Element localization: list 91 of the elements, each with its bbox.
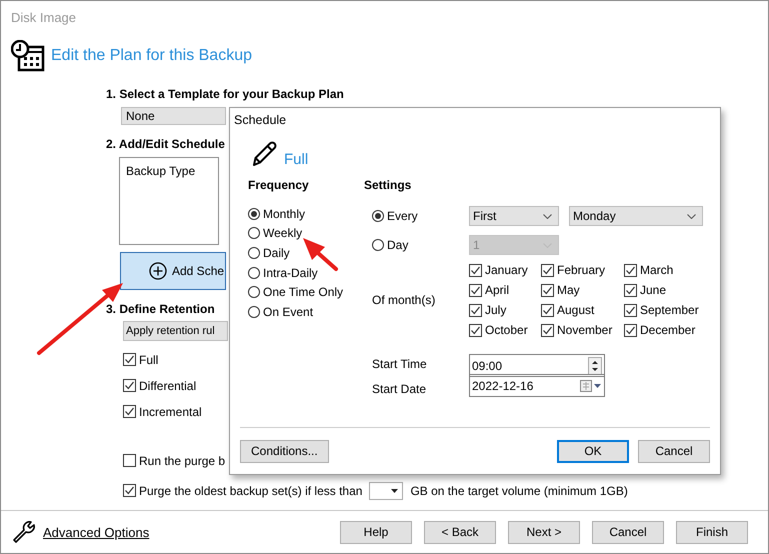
- checkbox-label: March: [640, 263, 674, 277]
- radio-label: Intra-Daily: [263, 266, 318, 280]
- checkbox-label: July: [485, 303, 506, 317]
- radio-button[interactable]: [248, 208, 260, 220]
- wizard-button[interactable]: Cancel: [592, 520, 664, 544]
- checkbox[interactable]: [541, 284, 554, 296]
- wizard-button[interactable]: < Back: [424, 520, 496, 544]
- plus-icon: [149, 262, 167, 280]
- window-title: Disk Image: [11, 10, 76, 24]
- calendar-clock-icon: [11, 40, 45, 72]
- radio-button[interactable]: [372, 239, 384, 251]
- date-field[interactable]: 2022-12-16: [469, 374, 605, 397]
- cancel-button[interactable]: Cancel: [638, 440, 710, 462]
- radio-button[interactable]: [248, 227, 260, 240]
- chevron-icon: [687, 214, 696, 218]
- radio-label: On Event: [263, 304, 314, 319]
- radio-label: Weekly: [263, 226, 302, 240]
- pencil-icon: [250, 140, 278, 168]
- checkbox-label: April: [485, 283, 510, 297]
- column-header: Backup Type: [126, 164, 196, 178]
- radio-button[interactable]: [248, 306, 260, 318]
- add-schedule-button[interactable]: Add Sche: [120, 252, 226, 290]
- section-heading: 1. Select a Template for your Backup Plan: [106, 87, 344, 102]
- spinner-icon: [588, 356, 602, 374]
- checkbox[interactable]: [624, 324, 637, 336]
- backup-type-title: Full: [284, 151, 308, 168]
- ok-button[interactable]: OK: [557, 440, 629, 462]
- chevron-icon: [543, 214, 552, 218]
- checkbox-label: September: [640, 303, 699, 317]
- checkbox-label: Full: [139, 352, 158, 366]
- checkbox-label: October: [485, 323, 528, 337]
- page-title: Edit the Plan for this Backup: [51, 47, 252, 65]
- field-label: Start Time: [372, 357, 428, 371]
- checkbox[interactable]: [123, 405, 136, 418]
- checkbox[interactable]: [123, 454, 136, 467]
- calendar-icon: [580, 380, 602, 392]
- checkbox-label: June: [640, 283, 666, 297]
- size-unit-label: GB on the target volume (minimum 1GB): [410, 484, 628, 498]
- checkbox[interactable]: [624, 284, 637, 296]
- months-label: Of month(s): [372, 293, 436, 307]
- wizard-button[interactable]: Finish: [676, 520, 748, 544]
- checkbox-label: December: [640, 323, 696, 337]
- radio-label: Monthly: [263, 206, 306, 221]
- checkbox[interactable]: [469, 324, 482, 336]
- dropdown[interactable]: Monday: [569, 206, 703, 226]
- checkbox[interactable]: [469, 304, 482, 316]
- checkbox-label: Run the purge b: [139, 454, 226, 468]
- checkbox-label: February: [557, 263, 606, 277]
- checkbox[interactable]: [624, 304, 637, 316]
- checkbox-label: Differential: [139, 378, 196, 392]
- radio-label: Every: [387, 209, 418, 223]
- checkbox-label: May: [557, 283, 580, 297]
- section-heading: 3. Define Retention: [106, 302, 215, 317]
- checkbox-label: Purge the oldest backup set(s) if less than: [139, 484, 362, 498]
- template-dropdown[interactable]: None: [121, 107, 226, 125]
- checkbox-label: August: [557, 303, 594, 317]
- field-label: Start Date: [372, 382, 428, 396]
- button-label: Add Sche: [172, 264, 224, 278]
- checkbox[interactable]: [123, 484, 136, 497]
- dialog-title: Schedule: [234, 113, 286, 127]
- advanced-options-link[interactable]: Advanced Options: [43, 524, 150, 540]
- checkbox[interactable]: [541, 324, 554, 336]
- radio-button[interactable]: [372, 210, 384, 222]
- checkbox-label: January: [485, 263, 528, 277]
- frequency-heading: Frequency: [248, 178, 310, 194]
- checkbox[interactable]: [541, 264, 554, 276]
- checkbox[interactable]: [541, 304, 554, 316]
- time-field[interactable]: 09:00: [469, 354, 605, 377]
- checkbox[interactable]: [469, 284, 482, 296]
- checkbox-label: Incremental: [139, 404, 202, 418]
- radio-button[interactable]: [248, 246, 260, 259]
- conditions-button[interactable]: Conditions...: [240, 440, 329, 462]
- section-heading: 2. Add/Edit Schedule: [106, 137, 225, 152]
- wrench-icon: [11, 519, 37, 545]
- checkbox-label: November: [557, 323, 612, 337]
- settings-heading: Settings: [364, 178, 412, 194]
- checkbox[interactable]: [469, 264, 482, 276]
- wizard-button[interactable]: Next >: [508, 520, 580, 544]
- radio-label: Day: [387, 238, 408, 252]
- checkbox[interactable]: [123, 353, 136, 366]
- checkbox[interactable]: [624, 264, 637, 276]
- dropdown[interactable]: First: [469, 206, 559, 226]
- checkbox[interactable]: [123, 379, 136, 392]
- radio-label: Daily: [263, 246, 290, 260]
- radio-label: One Time Only: [263, 285, 344, 300]
- radio-button[interactable]: [248, 266, 260, 279]
- size-dropdown[interactable]: [369, 482, 404, 500]
- caret-icon: [391, 488, 398, 492]
- retention-dropdown[interactable]: Apply retention rul: [123, 321, 228, 341]
- wizard-button[interactable]: Help: [340, 520, 412, 544]
- radio-button[interactable]: [248, 286, 260, 298]
